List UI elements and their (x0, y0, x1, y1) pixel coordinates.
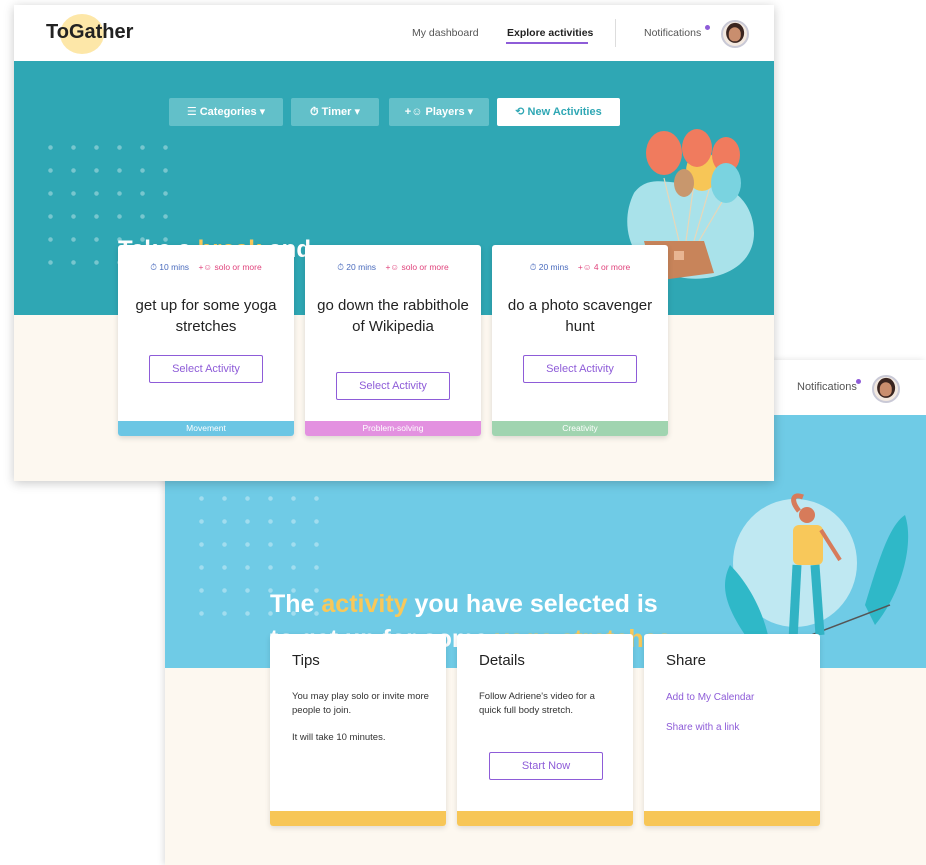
notification-dot-icon (856, 379, 861, 384)
togather-logo[interactable]: ToGather (46, 21, 133, 44)
category-label: Creativity (492, 421, 668, 436)
select-activity-button[interactable]: Select Activity (149, 355, 263, 383)
share-title: Share (666, 652, 707, 669)
activity-card-wikipedia: ⏱ 20 mins +☺ solo or more go down the ra… (305, 245, 481, 436)
timer-icon: ⏱ (310, 106, 322, 118)
activity-meta: ⏱ 20 mins +☺ solo or more (337, 262, 449, 272)
activity-title: go down the rabbithole of Wikipedia (317, 297, 469, 335)
list-icon: ☰ (186, 106, 200, 118)
tips-card: Tips You may play solo or invite more pe… (270, 634, 446, 826)
details-card-bar (457, 811, 633, 826)
new-activities-button[interactable]: ⟲ New Activities (497, 98, 620, 126)
start-now-button[interactable]: Start Now (489, 752, 603, 780)
nav-separator (615, 19, 616, 47)
details-card: Details Follow Adriene's video for a qui… (457, 634, 633, 826)
add-person-icon: +☺ (577, 262, 594, 272)
activity-card-yoga: ⏱ 10 mins +☺ solo or more get up for som… (118, 245, 294, 436)
category-label: Movement (118, 421, 294, 436)
back-avatar[interactable] (872, 375, 900, 403)
select-activity-button[interactable]: Select Activity (336, 372, 450, 400)
tips-card-bar (270, 811, 446, 826)
refresh-icon: ⟲ (515, 106, 528, 118)
nav-notifications[interactable]: Notifications (644, 27, 701, 39)
activity-meta: ⏱ 20 mins +☺ 4 or more (529, 262, 631, 272)
share-card-bar (644, 811, 820, 826)
add-person-icon: +☺ (198, 262, 215, 272)
details-text: Follow Adriene's video for a quick full … (479, 691, 595, 716)
front-avatar[interactable] (721, 20, 749, 48)
tips-title: Tips (292, 652, 320, 669)
add-person-icon: +☺ (385, 262, 402, 272)
details-title: Details (479, 652, 525, 669)
activity-card-photo-hunt: ⏱ 20 mins +☺ 4 or more do a photo scaven… (492, 245, 668, 436)
activity-title: do a photo scavenger hunt (507, 297, 653, 335)
add-person-icon: +☺ (404, 106, 426, 118)
share-card: Share Add to My Calendar Share with a li… (644, 634, 820, 826)
select-activity-button[interactable]: Select Activity (523, 355, 637, 383)
categories-dropdown[interactable]: ☰ Categories ▾ (169, 98, 283, 126)
timer-dropdown[interactable]: ⏱ Timer ▾ (291, 98, 379, 126)
tips-text: You may play solo or invite more people … (292, 691, 429, 743)
active-nav-underline (506, 42, 588, 44)
timer-icon: ⏱ (150, 262, 160, 272)
share-link[interactable]: Share with a link (666, 722, 739, 733)
back-notifications-link[interactable]: Notifications (797, 381, 857, 393)
category-label: Problem-solving (305, 421, 481, 436)
explore-activities-window: ToGather My dashboard Explore activities… (14, 5, 774, 481)
nav-explore-activities[interactable]: Explore activities (507, 27, 593, 39)
players-dropdown[interactable]: +☺ Players ▾ (389, 98, 489, 126)
notification-dot-icon (705, 25, 710, 30)
add-to-calendar-link[interactable]: Add to My Calendar (666, 692, 754, 703)
activity-title: get up for some yoga stretches (135, 297, 277, 335)
nav-my-dashboard[interactable]: My dashboard (412, 27, 479, 39)
timer-icon: ⏱ (529, 262, 539, 272)
timer-icon: ⏱ (337, 262, 347, 272)
activity-meta: ⏱ 10 mins +☺ solo or more (150, 262, 262, 272)
